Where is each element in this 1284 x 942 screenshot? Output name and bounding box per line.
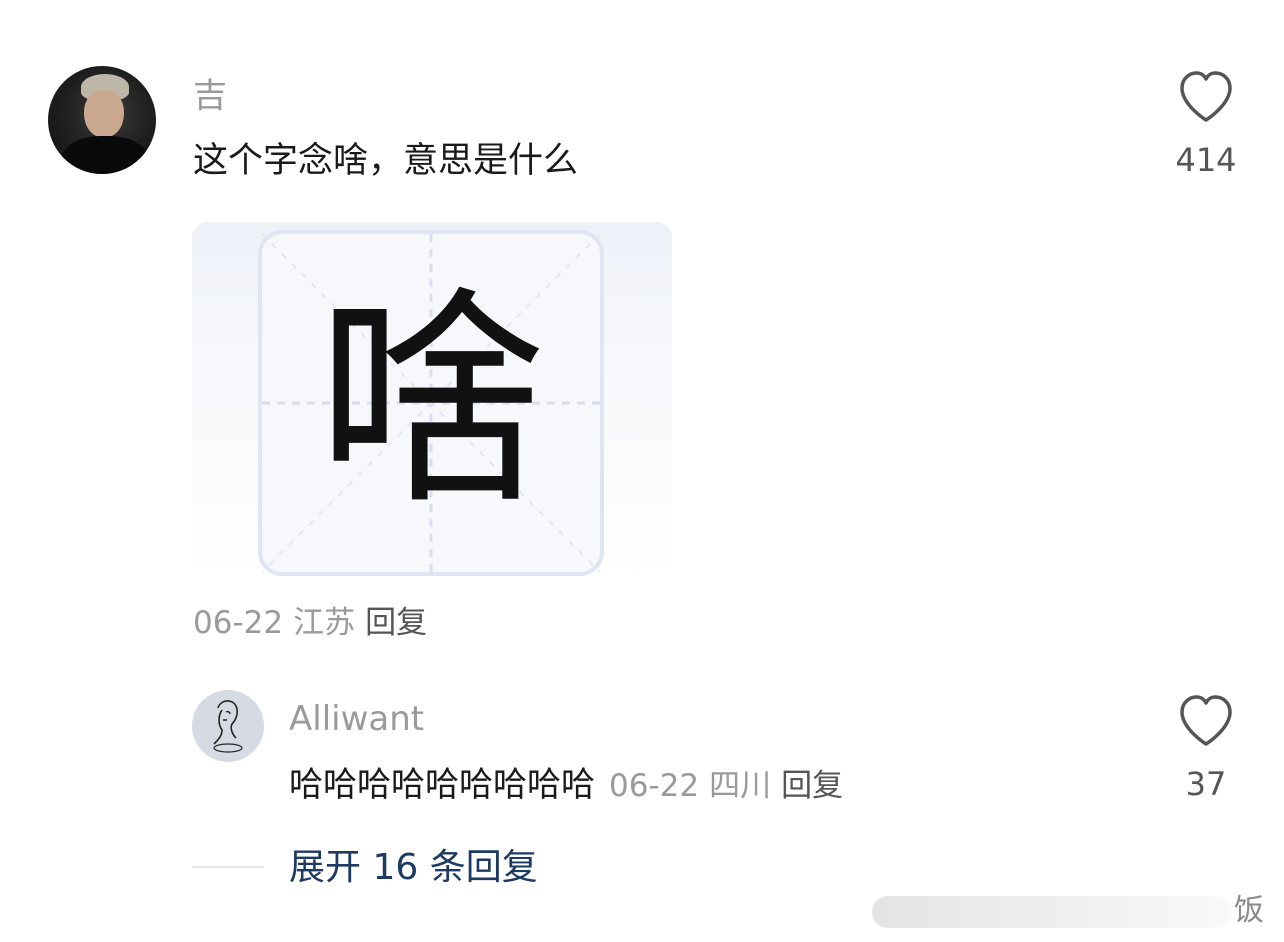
comment-date: 06-22 [193,605,284,641]
watermark-bar [872,896,1232,928]
reply-username[interactable]: Alliwant [289,697,424,741]
watermark-text: 饭 [1234,893,1264,928]
reply-location: 四川 [709,768,772,804]
avatar-body [62,136,148,174]
expand-replies-link[interactable]: 展开 16 条回复 [289,845,538,891]
comment-meta: 06-22 江苏 回复 [193,602,427,644]
character-glyph: 啥 [315,269,546,536]
comment-image[interactable]: 啥 [192,222,672,582]
watermark: 饭 [872,888,1264,934]
reply-content: 哈哈哈哈哈哈哈哈哈 06-22 四川 回复 [289,762,843,809]
comment-text: 这个字念啥，意思是什么 [193,141,579,181]
heart-icon[interactable] [1178,694,1234,748]
sketch-avatar-icon [213,700,243,753]
avatar-face [84,90,124,138]
comment-location: 江苏 [293,605,356,641]
divider [192,866,264,868]
heart-icon[interactable] [1178,70,1234,124]
like-count: 414 [1175,141,1237,179]
like-count: 37 [1185,765,1227,803]
reply-date: 06-22 [609,768,700,804]
reply-text: 哈哈哈哈哈哈哈哈哈 [289,765,595,805]
avatar[interactable] [192,690,264,762]
character-grid-box: 啥 [258,230,604,576]
comment-username[interactable]: 吉 [193,74,227,118]
reply-button[interactable]: 回复 [781,768,843,804]
avatar[interactable] [48,66,156,174]
reply-button[interactable]: 回复 [365,605,427,641]
